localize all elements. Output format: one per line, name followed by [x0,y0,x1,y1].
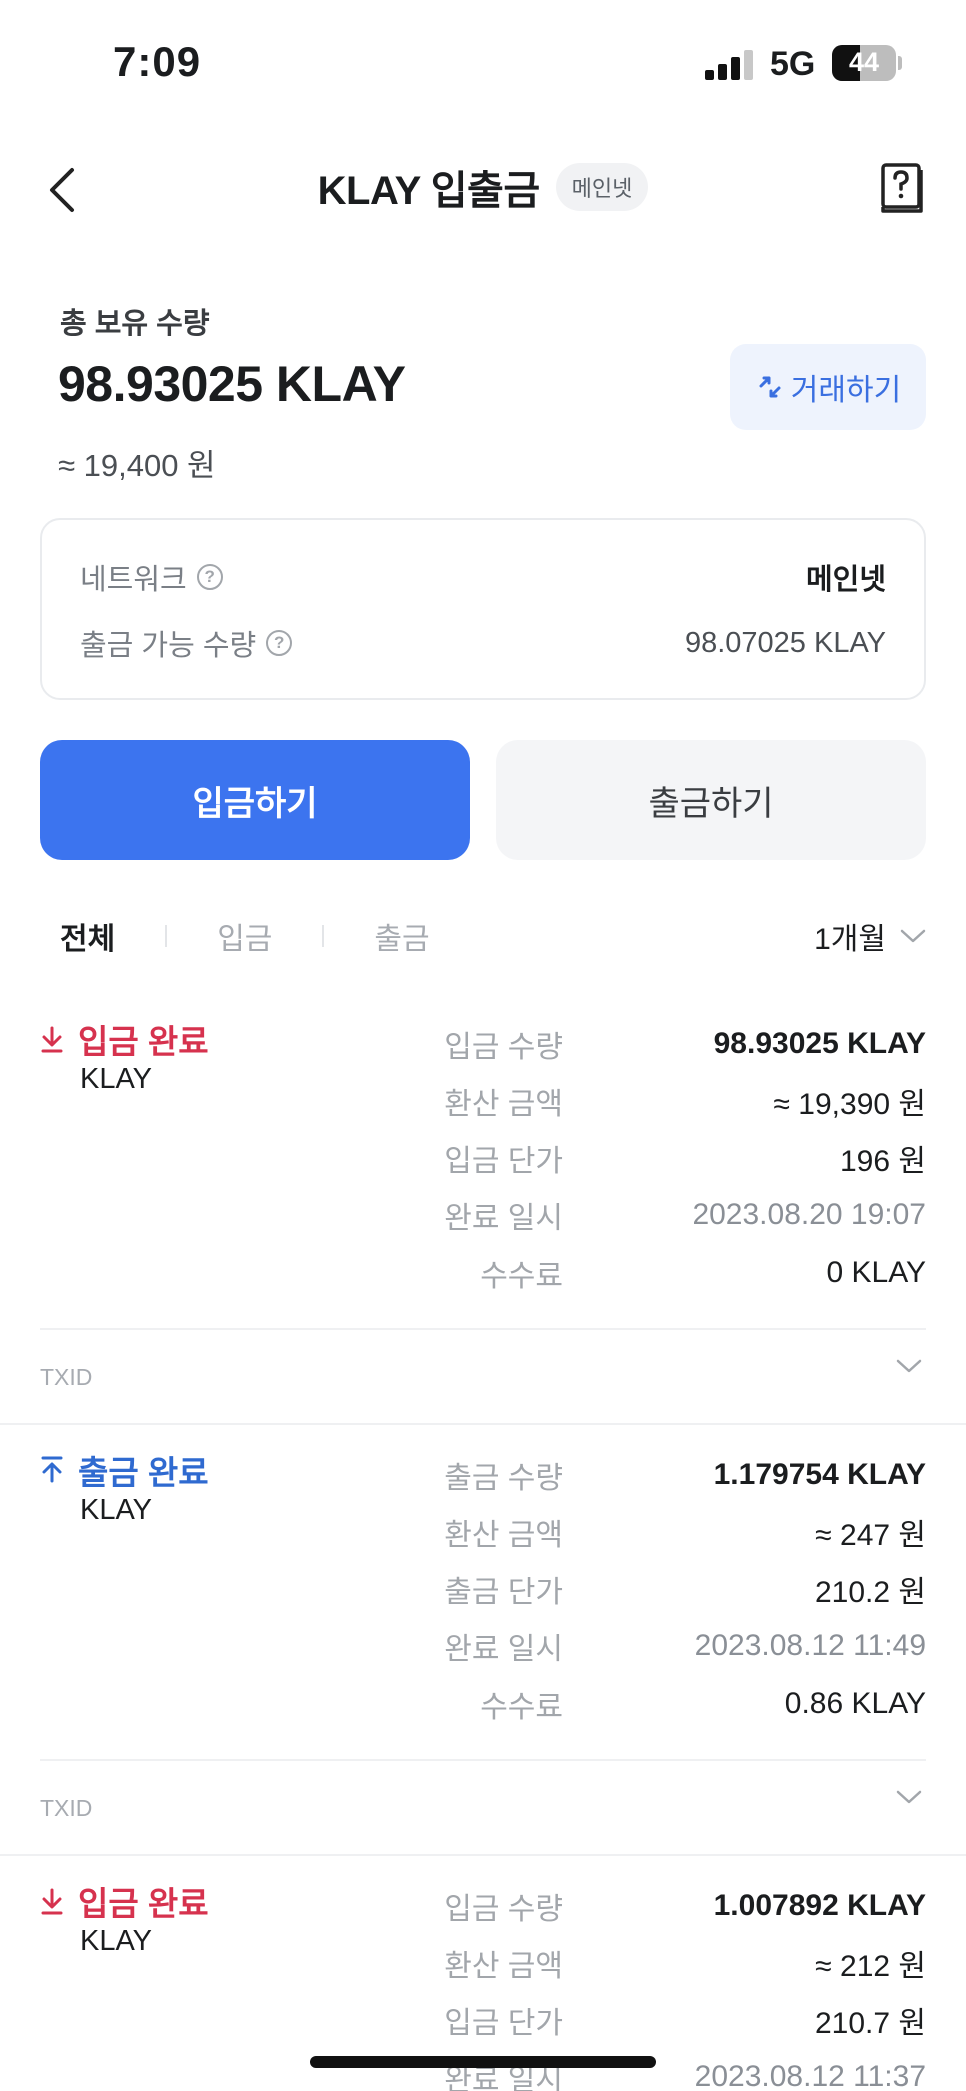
detail-value: 1.007892 KLAY [713,1888,926,1922]
detail-value: 196 원 [840,1144,926,1178]
total-holdings-amount: 98.93025 KLAY [58,356,406,412]
detail-value: 2023.08.20 19:07 [692,1197,926,1231]
withdraw-button[interactable]: 출금하기 [496,740,926,860]
transaction-coin: KLAY [80,1063,153,1095]
detail-label: 출금 단가 [444,1575,563,1609]
detail-value: 2023.08.12 11:37 [694,2059,926,2091]
tab-withdraw[interactable]: 출금 [374,914,429,958]
txid-label: TXID [40,1795,93,1821]
detail-value: 210.2 원 [814,1575,926,1609]
txid-expander[interactable]: TXID [0,1330,966,1425]
network-type: 5G [770,45,816,83]
period-dropdown[interactable]: 1개월 [814,914,926,958]
page-title: KLAY 입출금 [317,169,541,213]
transaction-status: 입금 완료 [38,1015,209,1063]
withdrawable-label: 출금 가능 수량 [80,630,257,662]
tab-deposit[interactable]: 입금 [217,914,272,958]
detail-label: 입금 수량 [444,1030,563,1064]
detail-label: 입금 단가 [444,1144,563,1178]
deposit-arrow-icon [41,1026,63,1053]
detail-label: 완료 일시 [444,1632,563,1666]
total-holdings-label: 총 보유 수량 [60,308,210,340]
deposit-button[interactable]: 입금하기 [40,740,470,860]
total-holdings-krw: ≈ 19,400 원 [58,448,216,483]
detail-label: 수수료 [480,1260,563,1293]
network-badge: 메인넷 [555,163,649,211]
withdraw-arrow-icon [41,1456,63,1483]
detail-label: 환산 금액 [444,1087,563,1121]
status-bar: 7:09 5G 44 [0,0,966,130]
detail-label: 환산 금액 [444,1949,563,1983]
transaction-status: 입금 완료 [38,1877,209,1925]
trade-button-label: 거래하기 [790,374,902,407]
battery-icon: 44 [832,45,896,81]
detail-value: ≈ 247 원 [815,1518,926,1552]
help-book-icon [881,163,923,213]
detail-value: 2023.08.12 11:49 [694,1628,926,1662]
detail-value: 210.7 원 [814,2006,926,2040]
battery-level: 44 [848,47,880,77]
detail-value: 1.179754 KLAY [713,1457,926,1491]
detail-value: ≈ 212 원 [815,1949,926,1983]
transaction-coin: KLAY [80,1494,153,1526]
page-header: KLAY 입출금 메인넷 [0,140,966,236]
detail-label: 완료 일시 [444,1201,563,1235]
detail-label: 입금 단가 [444,2006,563,2040]
home-indicator[interactable] [310,2056,656,2068]
detail-label: 출금 수량 [444,1461,563,1495]
question-icon[interactable]: ? [266,630,293,656]
txid-label: TXID [40,1364,93,1390]
detail-label: 입금 수량 [444,1892,563,1926]
network-value: 메인넷 [805,564,886,596]
detail-value: 0.86 KLAY [784,1687,926,1720]
tab-all[interactable]: 전체 [60,914,115,958]
deposit-arrow-icon [41,1888,63,1915]
period-value: 1개월 [814,923,886,956]
network-info-card: 네트워크 ? 메인넷 출금 가능 수량 ? 98.07025 KLAY [40,518,926,700]
transaction-status: 출금 완료 [38,1446,209,1494]
detail-label: 수수료 [480,1691,563,1724]
withdrawable-value: 98.07025 KLAY [684,626,886,659]
detail-value: 98.93025 KLAY [713,1026,926,1060]
signal-icon [705,50,757,80]
question-icon[interactable]: ? [196,564,223,590]
help-button[interactable] [880,162,924,214]
txid-expander[interactable]: TXID [0,1761,966,1856]
detail-value: ≈ 19,390 원 [773,1087,927,1121]
detail-label: 환산 금액 [444,1518,563,1552]
transaction-coin: KLAY [80,1925,153,1957]
network-label: 네트워크 [80,564,187,596]
status-time: 7:09 [113,38,202,85]
swap-icon [759,376,781,398]
trade-button[interactable]: 거래하기 [730,344,926,430]
chevron-down-icon [896,1359,922,1373]
chevron-down-icon [896,1790,922,1804]
filter-tabs: 전체 입금 출금 [60,914,430,958]
chevron-down-icon [900,929,926,943]
detail-value: 0 KLAY [826,1256,926,1289]
